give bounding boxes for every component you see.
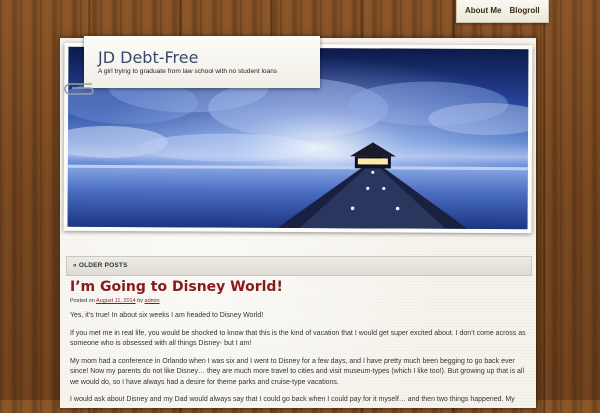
- post-body: Yes, it’s true! In about six weeks I am …: [70, 311, 530, 413]
- post-meta-by: by: [137, 298, 144, 304]
- post-author-link[interactable]: admin: [145, 298, 160, 304]
- nav-blogroll[interactable]: Blogroll: [505, 0, 543, 22]
- post-title[interactable]: I’m Going to Disney World!: [70, 279, 283, 295]
- post-navigation-bar: « OLDER POSTS: [66, 256, 532, 276]
- top-navigation: About Me Blogroll: [456, 0, 549, 23]
- post-date-link[interactable]: August 11, 2014: [96, 298, 136, 304]
- post-paragraph: Yes, it’s true! In about six weeks I am …: [70, 312, 264, 319]
- post-paragraph: I would ask about Disney and my Dad woul…: [70, 396, 515, 403]
- older-posts-link[interactable]: « OLDER POSTS: [73, 262, 128, 269]
- site-tagline: A girl trying to graduate from law schoo…: [98, 68, 278, 75]
- paperclip-icon: [64, 83, 94, 95]
- nav-about-me[interactable]: About Me: [461, 0, 505, 22]
- post-meta-prefix: Posted on: [70, 298, 95, 304]
- post-paragraph: If you met me in real life, you would be…: [70, 329, 526, 348]
- site-title-card: JD Debt-Free A girl trying to graduate f…: [84, 36, 320, 88]
- post-paragraph: My mom had a conference in Orlando when …: [70, 357, 525, 386]
- site-title[interactable]: JD Debt-Free: [98, 48, 198, 67]
- post-meta: Posted on August 11, 2014 by admin: [70, 298, 160, 304]
